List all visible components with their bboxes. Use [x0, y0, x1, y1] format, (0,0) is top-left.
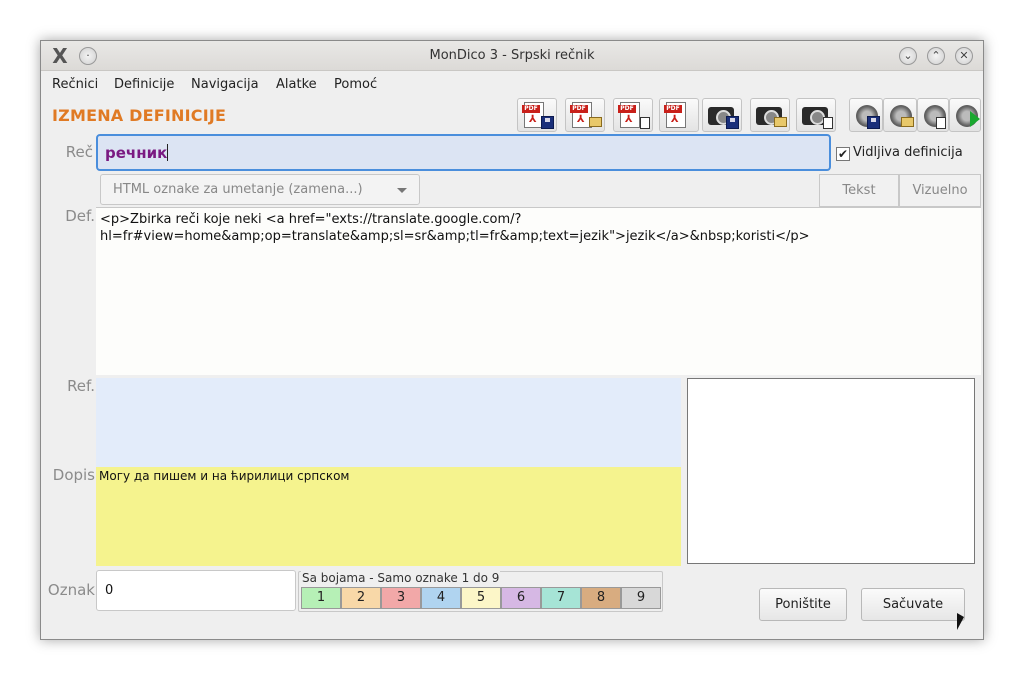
tag-label: Oznak: [47, 581, 95, 599]
folder-open-icon: [901, 117, 914, 127]
color-group-label: Sa bojama - Samo oznake 1 do 9: [301, 571, 501, 585]
save-icon: [541, 116, 554, 129]
text-caret: [167, 144, 169, 161]
play-icon: [970, 111, 980, 127]
pdf-view-button[interactable]: PDF ⅄: [659, 98, 699, 132]
menu-recnici[interactable]: Rečnici: [52, 77, 98, 92]
close-button[interactable]: ✕: [955, 47, 973, 65]
menu-alatke[interactable]: Alatke: [276, 77, 317, 92]
tag-input[interactable]: 0: [96, 570, 296, 611]
cancel-button[interactable]: Poništite: [759, 588, 847, 621]
html-tags-dropdown[interactable]: HTML oznake za umetanje (zamena...): [100, 174, 420, 205]
image-open-button[interactable]: [750, 98, 790, 132]
visible-definition-checkbox[interactable]: ✔: [836, 147, 850, 161]
title-bar: X · MonDico 3 - Srpski rečnik ⌄ ⌃ ✕: [41, 41, 983, 71]
folder-open-icon: [589, 117, 602, 127]
pdf-icon: PDF ⅄: [618, 102, 640, 128]
trash-icon: [823, 117, 833, 129]
reference-editor[interactable]: [96, 378, 681, 467]
sound-save-button[interactable]: [849, 98, 883, 132]
color-swatch-3[interactable]: 3: [381, 587, 421, 609]
color-swatch-1[interactable]: 1: [301, 587, 341, 609]
window-title: MonDico 3 - Srpski rečnik: [429, 48, 595, 63]
definition-editor[interactable]: <p>Zbirka reči koje neki <a href="exts:/…: [96, 207, 981, 375]
menu-navigacija[interactable]: Navigacija: [191, 77, 259, 92]
mouse-pointer-icon: [957, 613, 964, 630]
chevron-down-icon: [397, 188, 407, 193]
tab-visual[interactable]: Vizuelno: [899, 174, 981, 207]
menu-definicije[interactable]: Definicije: [114, 77, 174, 92]
sound-play-button[interactable]: [949, 98, 981, 132]
app-window: X · MonDico 3 - Srpski rečnik ⌄ ⌃ ✕ Rečn…: [40, 40, 984, 640]
color-swatch-5[interactable]: 5: [461, 587, 501, 609]
definition-label: Def.: [65, 207, 95, 225]
menu-pomoc[interactable]: Pomoć: [334, 77, 377, 92]
pdf-open-button[interactable]: PDF ⅄: [565, 98, 605, 132]
color-swatch-8[interactable]: 8: [581, 587, 621, 609]
pdf-save-button[interactable]: PDF ⅄: [517, 98, 557, 132]
visible-definition-toggle[interactable]: ✔ Vidljiva definicija: [836, 145, 963, 161]
folder-open-icon: [774, 117, 787, 127]
visible-definition-label: Vidljiva definicija: [853, 145, 963, 160]
color-swatch-6[interactable]: 6: [501, 587, 541, 609]
sound-delete-button[interactable]: [917, 98, 949, 132]
color-swatch-2[interactable]: 2: [341, 587, 381, 609]
save-icon: [867, 116, 880, 129]
color-swatch-4[interactable]: 4: [421, 587, 461, 609]
word-value: речник: [105, 144, 168, 162]
color-swatch-7[interactable]: 7: [541, 587, 581, 609]
save-icon: [726, 116, 739, 129]
minimize-button[interactable]: ⌄: [899, 47, 917, 65]
image-delete-button[interactable]: [796, 98, 836, 132]
color-tag-group: Sa bojama - Samo oznake 1 do 9 1 2 3 4 5…: [298, 571, 663, 612]
tab-text[interactable]: Tekst: [819, 174, 899, 207]
html-tags-placeholder: HTML oznake za umetanje (zamena...): [113, 182, 363, 197]
note-label: Dopis: [52, 466, 95, 484]
maximize-button[interactable]: ⌃: [927, 47, 945, 65]
reference-label: Ref.: [67, 377, 95, 395]
image-preview: [687, 378, 975, 564]
trash-icon: [640, 117, 650, 129]
pdf-delete-button[interactable]: PDF ⅄: [613, 98, 653, 132]
save-button[interactable]: Sačuvate: [861, 588, 965, 621]
page-title: IZMENA DEFINICIJE: [52, 106, 227, 125]
image-save-button[interactable]: [702, 98, 742, 132]
word-input[interactable]: речник: [96, 134, 831, 171]
sound-open-button[interactable]: [883, 98, 917, 132]
word-label: Reč: [65, 143, 93, 161]
trash-icon: [936, 117, 946, 129]
pdf-icon: PDF ⅄: [664, 102, 686, 128]
note-editor[interactable]: Могу да пишем и на ћирилици српском: [96, 467, 681, 566]
menu-bar: Rečnici Definicije Navigacija Alatke Pom…: [41, 72, 983, 98]
color-swatch-9[interactable]: 9: [621, 587, 661, 609]
